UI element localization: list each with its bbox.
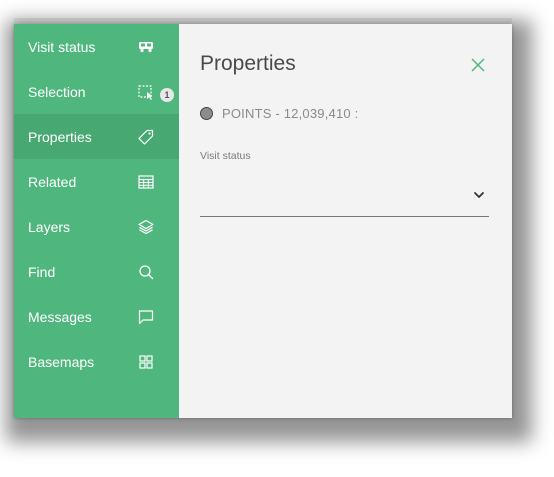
sidebar-item-selection[interactable]: Selection bbox=[14, 69, 179, 114]
field-label: Visit status bbox=[200, 150, 251, 162]
sidebar-item-label: Selection bbox=[28, 83, 86, 100]
selection-icon bbox=[138, 84, 154, 100]
sidebar: Visit status Selection Properties Relate… bbox=[14, 24, 179, 418]
top-edge bbox=[14, 18, 512, 23]
panel-title: Properties bbox=[200, 52, 296, 75]
sidebar-item-properties[interactable]: Properties bbox=[14, 114, 179, 159]
feature-row: POINTS - 12,039,410 : bbox=[200, 106, 358, 121]
selection-count-badge: 1 bbox=[160, 88, 174, 102]
close-button[interactable] bbox=[469, 56, 487, 74]
sidebar-item-messages[interactable]: Messages bbox=[14, 294, 179, 339]
truck-icon bbox=[138, 39, 154, 55]
sidebar-item-label: Properties bbox=[28, 128, 92, 145]
grid-icon bbox=[138, 354, 154, 370]
sidebar-item-label: Related bbox=[28, 173, 77, 190]
sidebar-item-label: Messages bbox=[28, 308, 92, 325]
tag-icon bbox=[138, 129, 154, 145]
sidebar-item-layers[interactable]: Layers bbox=[14, 204, 179, 249]
sidebar-item-label: Layers bbox=[28, 218, 71, 235]
sidebar-item-basemaps[interactable]: Basemaps bbox=[14, 339, 179, 384]
feature-label: POINTS - 12,039,410 : bbox=[222, 106, 359, 121]
feature-symbol-icon bbox=[200, 107, 213, 120]
chevron-down-icon bbox=[474, 192, 484, 198]
sidebar-item-visit-status[interactable]: Visit status bbox=[14, 24, 179, 69]
app-window: Visit status Selection Properties Relate… bbox=[14, 24, 512, 418]
properties-panel: Properties POINTS - 12,039,410 : Visit s… bbox=[179, 24, 512, 418]
table-icon bbox=[138, 174, 154, 190]
sidebar-item-label: Find bbox=[28, 263, 56, 280]
search-icon bbox=[138, 264, 154, 280]
visit-status-select[interactable] bbox=[200, 176, 489, 217]
message-icon bbox=[138, 309, 154, 325]
close-icon bbox=[471, 58, 485, 72]
sidebar-item-find[interactable]: Find bbox=[14, 249, 179, 294]
sidebar-item-label: Basemaps bbox=[28, 353, 95, 370]
layers-icon bbox=[138, 219, 154, 235]
sidebar-item-label: Visit status bbox=[28, 38, 96, 55]
sidebar-item-related[interactable]: Related bbox=[14, 159, 179, 204]
